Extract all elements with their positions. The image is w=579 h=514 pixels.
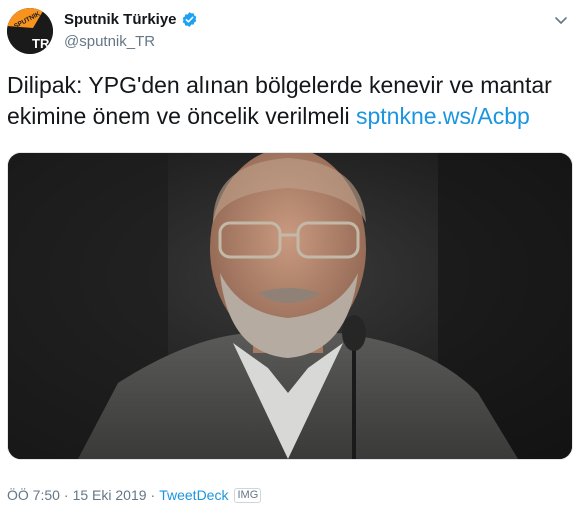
svg-text:TR: TR	[32, 36, 50, 51]
separator: ·	[63, 487, 69, 503]
image-badge: IMG	[234, 487, 262, 503]
tweet-link[interactable]: sptnkne.ws/Acbp	[356, 103, 530, 129]
tweet-date[interactable]: 15 Eki 2019	[73, 487, 147, 503]
tweet-text: Dilipak: YPG'den alınan bölgelerde kenev…	[7, 70, 567, 132]
sputnik-logo-icon: SPUTNIK TR	[7, 8, 53, 54]
name-row: Sputnik Türkiye	[64, 11, 198, 28]
separator: ·	[150, 487, 156, 503]
verified-badge-icon	[181, 11, 198, 28]
tweet-time[interactable]: ÖÖ 7:50	[7, 487, 60, 503]
portrait-photo	[8, 153, 572, 459]
chevron-down-icon[interactable]	[553, 12, 569, 28]
display-name[interactable]: Sputnik Türkiye	[64, 11, 177, 28]
tweet-card: SPUTNIK TR Sputnik Türkiye @sputnik_TR D…	[0, 0, 579, 514]
tweet-meta: ÖÖ 7:50 · 15 Eki 2019 · TweetDeck IMG	[7, 487, 262, 503]
avatar[interactable]: SPUTNIK TR	[7, 8, 53, 54]
tweet-photo[interactable]	[7, 152, 573, 460]
handle[interactable]: @sputnik_TR	[64, 33, 155, 50]
source-app-link[interactable]: TweetDeck	[159, 487, 228, 503]
